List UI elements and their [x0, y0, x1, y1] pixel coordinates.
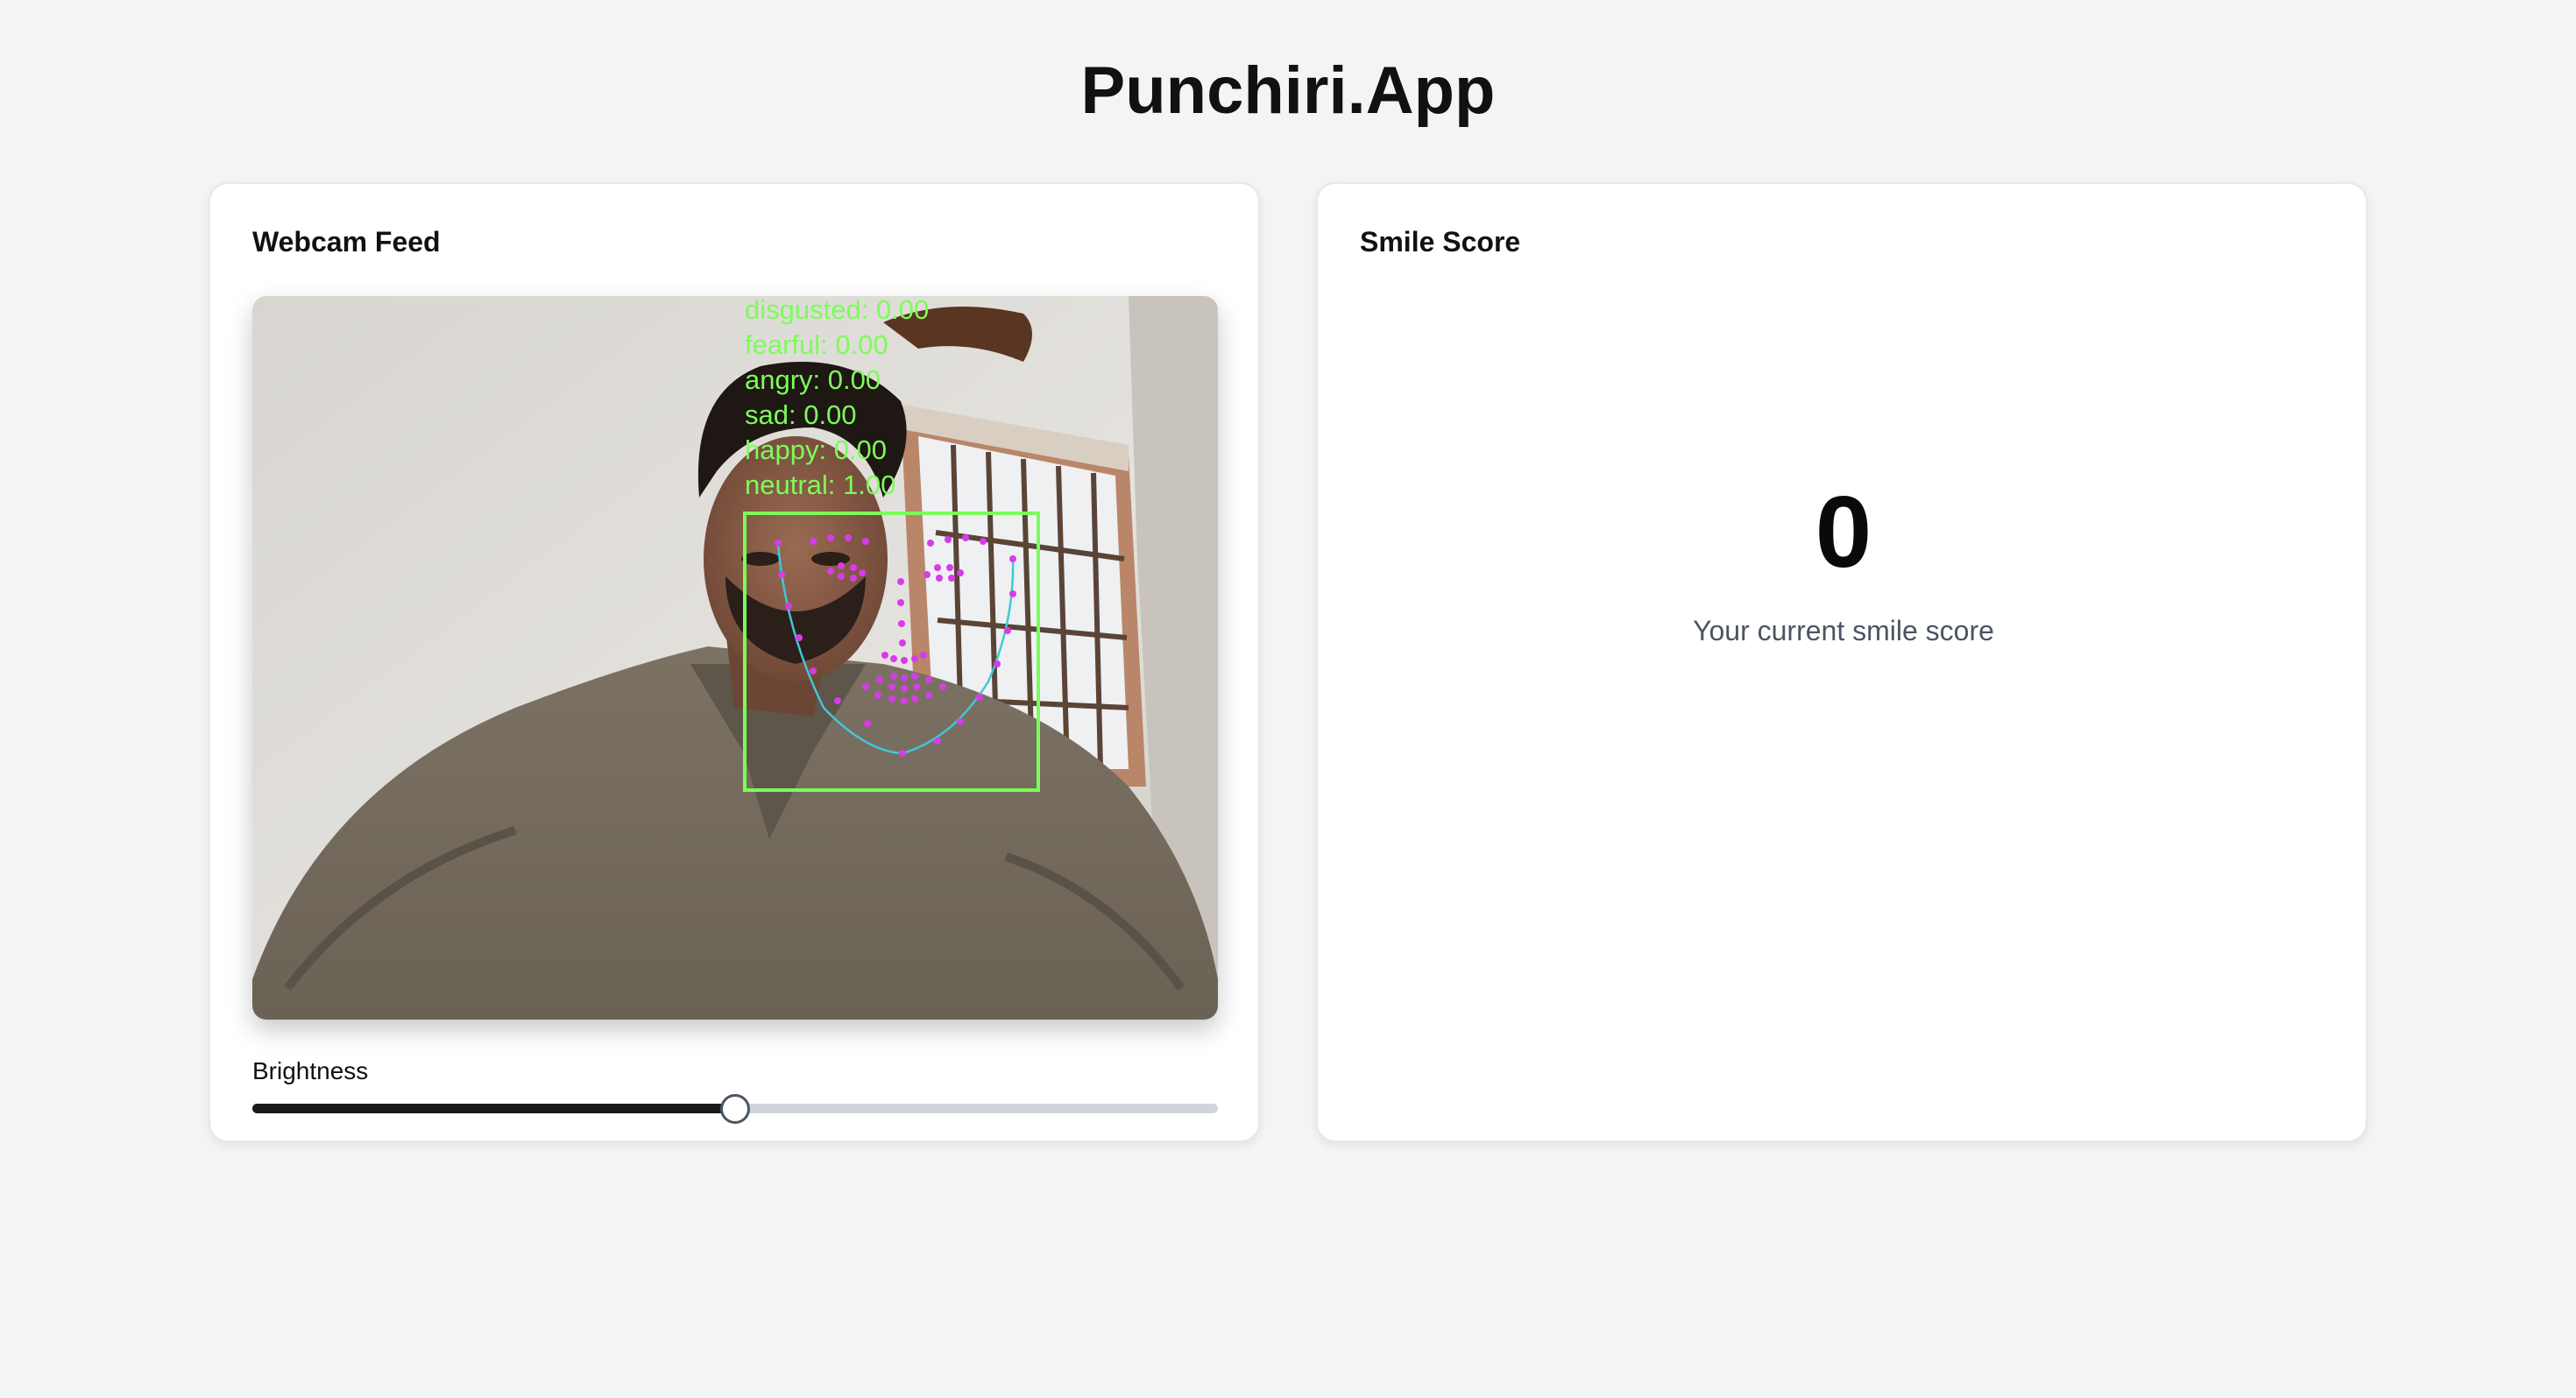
brightness-slider[interactable] — [252, 1091, 1218, 1126]
smile-score-caption: Your current smile score — [1693, 615, 1994, 646]
emotion-label-fearful: fearful: 0.00 — [745, 329, 888, 360]
emotion-label-angry: angry: 0.00 — [745, 364, 881, 395]
webcam-frame-image: disgusted: 0.00 fearful: 0.00 angry: 0.0… — [252, 296, 1218, 1020]
emotion-label-happy: happy: 0.00 — [745, 434, 887, 465]
webcam-video: disgusted: 0.00 fearful: 0.00 angry: 0.0… — [252, 296, 1218, 1020]
emotion-label-neutral: neutral: 1.00 — [745, 470, 895, 500]
emotion-label-sad: sad: 0.00 — [745, 399, 857, 430]
brightness-label: Brightness — [252, 1057, 369, 1084]
brightness-slider-fill — [252, 1104, 735, 1113]
webcam-card-title: Webcam Feed — [252, 226, 441, 258]
smile-score-value: 0 — [1815, 475, 1872, 589]
smile-score-card-title: Smile Score — [1360, 226, 1521, 258]
smile-score-card: Smile Score 0 Your current smile score — [1316, 182, 2367, 1142]
app-title: Punchiri.App — [1080, 53, 1496, 128]
brightness-slider-thumb[interactable] — [720, 1094, 750, 1124]
emotion-label-disgusted: disgusted: 0.00 — [745, 296, 929, 325]
webcam-card: Webcam Feed disgusted: 0.00 fearful: 0.0… — [209, 182, 1260, 1142]
